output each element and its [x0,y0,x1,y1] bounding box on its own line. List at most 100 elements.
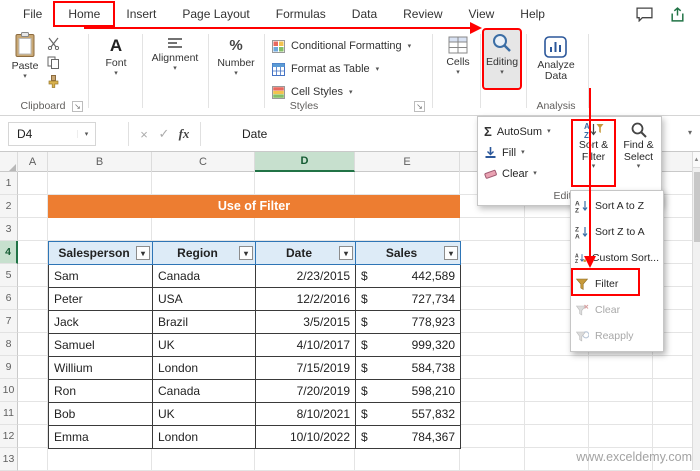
cell-region[interactable]: Brazil [152,310,256,334]
name-box[interactable]: D4 ▾ [8,122,96,146]
cell-region[interactable]: UK [152,333,256,357]
find-select-button[interactable]: Find & Select ▾ [616,121,661,185]
clear-button[interactable]: Clear ▾ [484,164,537,183]
vertical-scrollbar[interactable]: ▲ [692,152,700,470]
row-header-8[interactable]: 8 [0,333,18,356]
number-group-button[interactable]: % Number ▾ [214,36,258,77]
cell-region[interactable]: Canada [152,264,256,288]
tab-help[interactable]: Help [507,3,558,25]
cell-sales[interactable]: $442,589 [355,264,461,288]
cell-sales[interactable]: $598,210 [355,379,461,403]
row-header-11[interactable]: 11 [0,402,18,425]
row-header-12[interactable]: 12 [0,425,18,448]
tab-file[interactable]: File [10,3,55,25]
column-header-a[interactable]: A [18,152,48,172]
cell-date[interactable]: 3/5/2015 [255,310,356,334]
tab-review[interactable]: Review [390,3,455,25]
cell-date[interactable]: 10/10/2022 [255,425,356,449]
tab-view[interactable]: View [456,3,508,25]
row-header-7[interactable]: 7 [0,310,18,333]
paste-button[interactable]: Paste ▾ [8,32,42,80]
scrollbar-thumb[interactable] [694,172,700,242]
cell-date[interactable]: 2/23/2015 [255,264,356,288]
tab-home[interactable]: Home [53,1,116,27]
formula-input[interactable]: Date [242,122,267,146]
banner-cell[interactable]: Use of Filter [48,195,460,218]
tab-data[interactable]: Data [339,3,390,25]
cell-styles-button[interactable]: Cell Styles ▾ [272,83,352,101]
cell-date[interactable]: 4/10/2017 [255,333,356,357]
formula-bar-expand-icon[interactable]: ▾ [688,128,692,137]
fill-button[interactable]: Fill ▾ [484,143,525,162]
row-header-9[interactable]: 9 [0,356,18,379]
cell-sales[interactable]: $999,320 [355,333,461,357]
cut-scissors-icon[interactable] [47,37,60,50]
format-as-table-button[interactable]: Format as Table ▾ [272,60,379,78]
format-painter-icon[interactable] [47,75,60,88]
name-box-dropdown-icon[interactable]: ▾ [77,130,95,138]
row-header-3[interactable]: 3 [0,218,18,241]
menu-item-sort-z-to-a[interactable]: Z A Sort Z to A [571,219,663,245]
autosum-button[interactable]: Σ AutoSum ▾ [484,122,551,141]
tab-formulas[interactable]: Formulas [263,3,339,25]
cell-salesperson[interactable]: Samuel [48,333,153,357]
cell-salesperson[interactable]: Sam [48,264,153,288]
filter-dropdown-icon[interactable]: ▾ [239,246,253,260]
conditional-formatting-button[interactable]: Conditional Formatting ▾ [272,37,411,55]
menu-item-filter[interactable]: Filter [571,271,663,297]
cell-region[interactable]: USA [152,287,256,311]
cell-region[interactable]: London [152,425,256,449]
filter-dropdown-icon[interactable]: ▾ [339,246,353,260]
enter-check-icon[interactable]: ✓ [154,126,174,142]
scroll-up-icon[interactable]: ▲ [693,152,700,168]
cell-salesperson[interactable]: Jack [48,310,153,334]
cell-salesperson[interactable]: Bob [48,402,153,426]
menu-item-sort-a-to-z[interactable]: A Z Sort A to Z [571,193,663,219]
cell-region[interactable]: UK [152,402,256,426]
cell-date[interactable]: 8/10/2021 [255,402,356,426]
font-group-button[interactable]: A Font ▾ [96,36,136,77]
styles-dialog-launcher[interactable]: ↘ [414,101,425,112]
row-header-13[interactable]: 13 [0,448,18,471]
cell-salesperson[interactable]: Willium [48,356,153,380]
cell-salesperson[interactable]: Ron [48,379,153,403]
copy-icon[interactable] [47,56,60,69]
editing-group-button[interactable]: Editing ▾ [482,28,522,90]
row-header-1[interactable]: 1 [0,172,18,195]
column-header-e[interactable]: E [355,152,460,172]
alignment-group-button[interactable]: Alignment ▾ [148,36,202,72]
filter-dropdown-icon[interactable]: ▾ [136,246,150,260]
cell-region[interactable]: London [152,356,256,380]
row-header-4[interactable]: 4 [0,241,18,264]
tab-page-layout[interactable]: Page Layout [169,3,262,25]
cell-date[interactable]: 12/2/2016 [255,287,356,311]
row-header-2[interactable]: 2 [0,195,18,218]
tab-insert[interactable]: Insert [113,3,169,25]
analyze-data-button[interactable]: Analyze Data [530,36,582,82]
cell-sales[interactable]: $784,367 [355,425,461,449]
share-icon[interactable] [669,6,686,22]
cancel-icon[interactable]: × [134,127,154,142]
cell-region[interactable]: Canada [152,379,256,403]
header-date[interactable]: Date ▾ [255,241,356,265]
row-header-10[interactable]: 10 [0,379,18,402]
header-region[interactable]: Region ▾ [152,241,256,265]
row-header-5[interactable]: 5 [0,264,18,287]
cell-sales[interactable]: $584,738 [355,356,461,380]
comment-icon[interactable] [636,6,653,22]
cell-sales[interactable]: $778,923 [355,310,461,334]
sort-filter-button[interactable]: A Z Sort & Filter ▾ [571,119,616,187]
clipboard-dialog-launcher[interactable]: ↘ [72,101,83,112]
cells-group-button[interactable]: Cells ▾ [438,36,478,76]
cell-sales[interactable]: $727,734 [355,287,461,311]
column-header-b[interactable]: B [48,152,152,172]
header-sales[interactable]: Sales ▾ [355,241,461,265]
row-header-6[interactable]: 6 [0,287,18,310]
cell-date[interactable]: 7/15/2019 [255,356,356,380]
insert-function-icon[interactable]: fx [174,126,194,142]
cell-salesperson[interactable]: Emma [48,425,153,449]
column-header-d[interactable]: D [255,152,355,172]
filter-dropdown-icon[interactable]: ▾ [444,246,458,260]
cell-date[interactable]: 7/20/2019 [255,379,356,403]
cell-sales[interactable]: $557,832 [355,402,461,426]
